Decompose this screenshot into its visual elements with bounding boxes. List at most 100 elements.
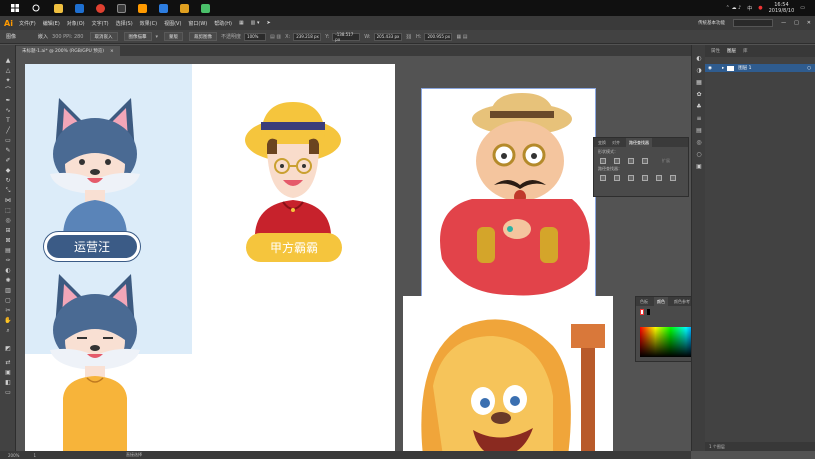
- search-icon[interactable]: [29, 3, 42, 14]
- shaper-icon[interactable]: ✐: [4, 157, 12, 164]
- crop-image-button[interactable]: 裁剪图像: [189, 32, 218, 41]
- minus-back-button[interactable]: [670, 175, 676, 181]
- app-icon[interactable]: [180, 3, 189, 13]
- scale-tool-icon[interactable]: ⤡: [4, 187, 12, 194]
- layer-name[interactable]: 图层 1: [738, 65, 751, 71]
- line-tool-icon[interactable]: ╱: [4, 127, 12, 134]
- workspace-switcher[interactable]: 传统基本功能: [698, 20, 725, 26]
- eraser-icon[interactable]: ◆: [4, 167, 12, 174]
- photoshop-icon[interactable]: [75, 3, 84, 13]
- stroke-icon[interactable]: ≡: [695, 115, 703, 122]
- share-icon[interactable]: ➤: [267, 20, 271, 26]
- action-center-icon[interactable]: ▭: [800, 5, 805, 11]
- image-trace-dropdown-icon[interactable]: ▾: [156, 34, 159, 40]
- perspective-grid-icon[interactable]: ⊞: [4, 227, 12, 234]
- tab-layers[interactable]: 图层: [727, 48, 736, 54]
- gradient-icon[interactable]: ▤: [695, 127, 703, 134]
- nameplate-1[interactable]: 运营汪: [44, 232, 140, 261]
- tab-color[interactable]: 颜色: [654, 297, 668, 306]
- link-icon[interactable]: ⛓: [406, 34, 412, 40]
- expand-layer-icon[interactable]: ▸: [722, 66, 724, 71]
- artboard-number[interactable]: 1: [33, 453, 36, 458]
- menu-edit[interactable]: 编辑(E): [43, 20, 60, 27]
- lasso-icon[interactable]: ⌒: [4, 87, 12, 94]
- file-explorer-icon[interactable]: [54, 3, 63, 13]
- image-trace-button[interactable]: 图像描摹: [123, 32, 152, 41]
- menu-effect[interactable]: 效果(C): [140, 20, 157, 27]
- type-tool-icon[interactable]: T: [4, 117, 12, 124]
- symbols-icon[interactable]: ♣: [695, 103, 703, 110]
- exclude-button[interactable]: [642, 158, 648, 164]
- visibility-icon[interactable]: ◉: [708, 66, 712, 71]
- husky-character-1[interactable]: [45, 92, 145, 237]
- menu-window[interactable]: 窗口(W): [188, 20, 207, 27]
- zoom-tool-icon[interactable]: ⌕: [4, 327, 12, 334]
- appearance-icon[interactable]: ○: [695, 151, 703, 158]
- drawing-mode-icon[interactable]: ◧: [4, 379, 12, 386]
- ime-indicator[interactable]: 中: [747, 5, 752, 12]
- app-icon[interactable]: [117, 3, 126, 13]
- outline-button[interactable]: [656, 175, 662, 181]
- crop-button[interactable]: [642, 175, 648, 181]
- nameplate-2[interactable]: 甲方霸霸: [246, 233, 342, 262]
- expand-button[interactable]: 扩展: [662, 158, 670, 164]
- hat-character[interactable]: [243, 94, 343, 234]
- minimize-icon[interactable]: —: [781, 20, 786, 26]
- rotate-tool-icon[interactable]: ↻: [4, 177, 12, 184]
- artboard-1[interactable]: 运营汪 甲方霸霸: [25, 64, 395, 451]
- menu-object[interactable]: 对象(O): [67, 20, 85, 27]
- bridge-icon[interactable]: ▦: [239, 20, 244, 26]
- color-mode-icon[interactable]: ▣: [4, 369, 12, 376]
- width-tool-icon[interactable]: ⋈: [4, 197, 12, 204]
- close-icon[interactable]: ✕: [807, 20, 811, 26]
- symbol-sprayer-icon[interactable]: ✺: [4, 277, 12, 284]
- stroke-swatch[interactable]: [647, 309, 651, 315]
- tab-swatches[interactable]: 色板: [640, 299, 648, 305]
- tab-align[interactable]: 对齐: [612, 140, 620, 146]
- menu-help[interactable]: 帮助(H): [214, 20, 232, 27]
- trim-button[interactable]: [614, 175, 620, 181]
- unembed-button[interactable]: 取消嵌入: [89, 32, 118, 41]
- merge-button[interactable]: [628, 175, 634, 181]
- rectangle-tool-icon[interactable]: ▭: [4, 137, 12, 144]
- w-field[interactable]: 205.433 px: [373, 32, 402, 41]
- menu-view[interactable]: 视图(V): [164, 20, 181, 27]
- artboard-tool-icon[interactable]: ▢: [4, 297, 12, 304]
- h-field[interactable]: 200.955 px: [424, 32, 453, 41]
- layer-row[interactable]: ◉ ▸ 图层 1 ○: [705, 64, 815, 72]
- free-transform-icon[interactable]: ⬚: [4, 207, 12, 214]
- menu-type[interactable]: 文字(T): [92, 20, 109, 27]
- transparency-icon[interactable]: ◎: [695, 139, 703, 146]
- search-input[interactable]: [733, 19, 774, 27]
- menu-file[interactable]: 文件(F): [19, 20, 36, 27]
- lion-image[interactable]: [403, 296, 613, 451]
- color-guide-icon[interactable]: ◑: [695, 67, 703, 74]
- screen-mode-icon[interactable]: ▭: [4, 389, 12, 396]
- magic-wand-icon[interactable]: ✦: [4, 77, 12, 84]
- column-graph-icon[interactable]: ▥: [4, 287, 12, 294]
- color-panel-icon[interactable]: ◐: [695, 55, 703, 62]
- swap-fill-stroke-icon[interactable]: ⇄: [4, 359, 12, 366]
- blend-tool-icon[interactable]: ◐: [4, 267, 12, 274]
- paintbrush-icon[interactable]: ✎: [4, 147, 12, 154]
- illustrator-icon[interactable]: [138, 3, 147, 13]
- pen-tool-icon[interactable]: ✒: [4, 97, 12, 104]
- curvature-icon[interactable]: ∿: [4, 107, 12, 114]
- selection-tool-icon[interactable]: ▲: [4, 57, 12, 64]
- zoom-level[interactable]: 200%: [8, 453, 19, 458]
- tab-color-guide[interactable]: 颜色参考: [674, 299, 690, 305]
- artboard-3[interactable]: [403, 296, 613, 451]
- intersect-button[interactable]: [628, 158, 634, 164]
- husky-character-2[interactable]: [45, 268, 145, 451]
- canvas[interactable]: 运营汪 甲方霸霸: [16, 56, 691, 451]
- direct-selection-tool-icon[interactable]: △: [4, 67, 12, 74]
- mask-button[interactable]: 蒙版: [164, 32, 184, 41]
- eyedropper-icon[interactable]: ✑: [4, 257, 12, 264]
- transform-icon[interactable]: ▦ ▤: [456, 34, 467, 40]
- minus-front-button[interactable]: [614, 158, 620, 164]
- x-field[interactable]: 239.218 px: [293, 32, 322, 41]
- arrange-documents-icon[interactable]: ▥ ▾: [251, 20, 260, 26]
- slice-tool-icon[interactable]: ✂: [4, 307, 12, 314]
- document-tab-close-icon[interactable]: ×: [110, 49, 114, 54]
- notification-icon[interactable]: ●: [758, 5, 762, 11]
